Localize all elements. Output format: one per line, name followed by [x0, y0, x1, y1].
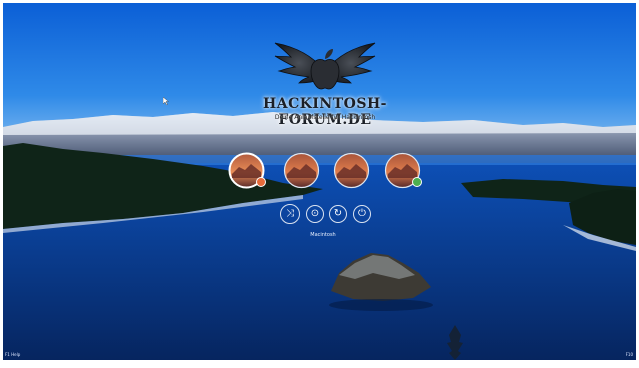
options-icon[interactable]: ⤨	[280, 204, 300, 224]
boot-entry-1[interactable]	[228, 152, 266, 189]
boot-entry-4-badge	[412, 177, 422, 187]
shutdown-icon[interactable]: ⏻	[353, 205, 371, 223]
about-icon[interactable]: ⊙	[306, 205, 324, 223]
boot-entry-4[interactable]	[384, 152, 422, 189]
boot-tools: ⤨ ⊙ ↻ ⏻	[280, 204, 376, 225]
macos-high-sierra-icon	[283, 152, 320, 189]
help-hint: F1 Help	[5, 352, 21, 357]
boot-screen: HACKINTOSH-FORUM.DE Deine Anlaufstelle f…	[3, 3, 636, 360]
winged-apple-icon	[274, 42, 376, 90]
boot-entry-2[interactable]	[283, 152, 320, 189]
macos-high-sierra-icon	[333, 152, 370, 189]
boot-entries	[228, 152, 428, 194]
brand-title: HACKINTOSH-FORUM.DE	[262, 96, 387, 128]
mouse-pointer-icon	[163, 97, 169, 105]
f10-hint: F10	[625, 352, 633, 357]
boot-entry-1-badge	[256, 177, 266, 187]
boot-entry-3[interactable]	[333, 152, 370, 189]
selected-entry-label: Macintosh	[310, 232, 336, 238]
brand-tagline: Deine Anlaufstelle für Hackintosh	[274, 114, 376, 121]
hackintosh-forum-logo: HACKINTOSH-FORUM.DE Deine Anlaufstelle f…	[230, 39, 420, 129]
restart-icon[interactable]: ↻	[329, 205, 347, 223]
